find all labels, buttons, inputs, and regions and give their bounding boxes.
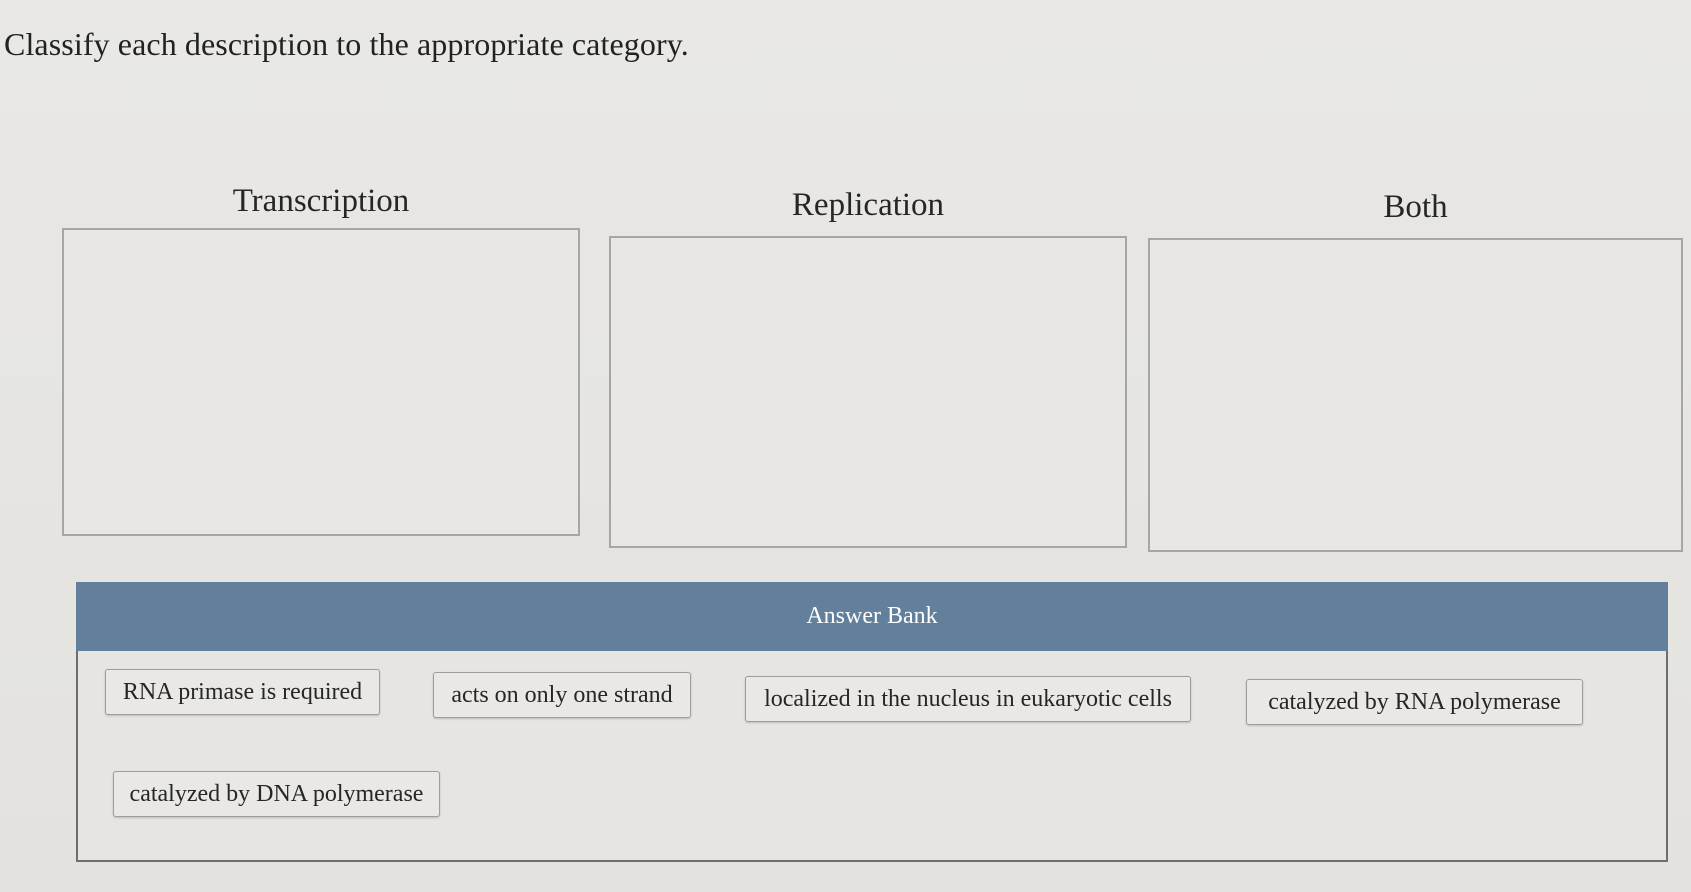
category-title: Replication: [791, 187, 945, 223]
drop-zone-replication[interactable]: [609, 236, 1127, 548]
page: Classify each description to the appropr…: [0, 0, 1691, 892]
category-replication: Replication: [609, 184, 1127, 552]
answer-chip-dna-polymerase[interactable]: catalyzed by DNA polymerase: [113, 771, 440, 817]
answer-chip-nucleus[interactable]: localized in the nucleus in eukaryotic c…: [745, 676, 1191, 722]
category-both: Both: [1148, 186, 1683, 554]
answer-bank: Answer Bank RNA primase is required acts…: [76, 582, 1668, 862]
answer-chip-rna-primase[interactable]: RNA primase is required: [105, 669, 380, 715]
answer-bank-header: Answer Bank: [76, 582, 1668, 651]
answer-bank-title: Answer Bank: [806, 603, 938, 629]
answer-chip-one-strand[interactable]: acts on only one strand: [433, 672, 691, 718]
drop-zone-transcription[interactable]: [62, 228, 580, 536]
category-title: Transcription: [232, 183, 410, 219]
category-title: Both: [1383, 189, 1448, 225]
answer-chip-rna-polymerase[interactable]: catalyzed by RNA polymerase: [1246, 679, 1583, 725]
drop-zone-both[interactable]: [1148, 238, 1683, 552]
category-transcription: Transcription: [62, 180, 580, 540]
question-prompt: Classify each description to the appropr…: [4, 26, 689, 62]
